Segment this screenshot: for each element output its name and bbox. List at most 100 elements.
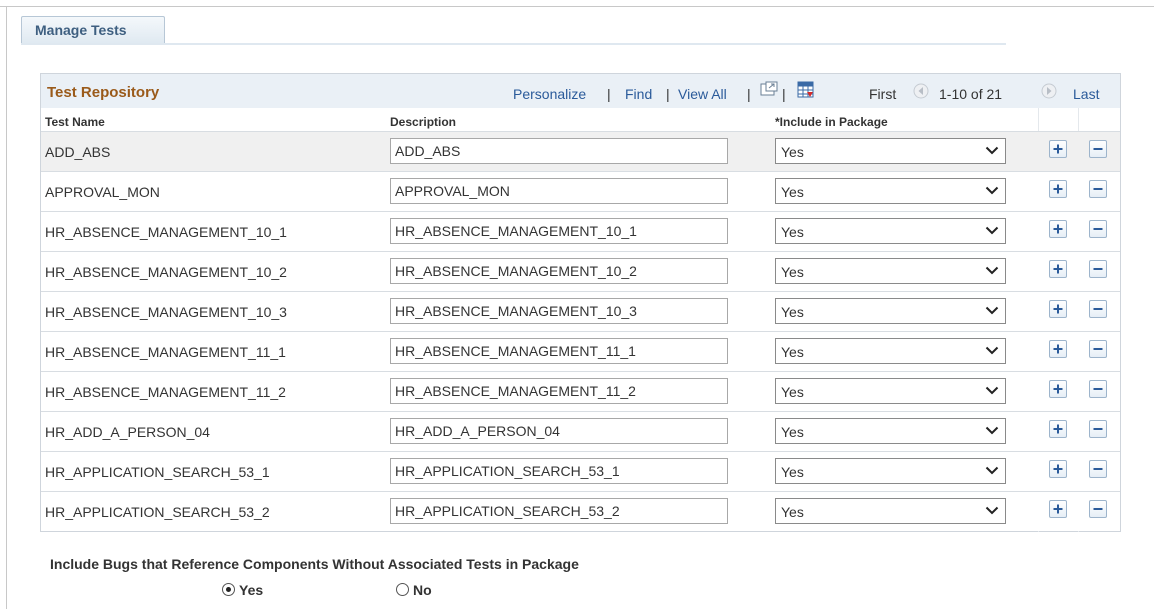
select-value: Yes (781, 184, 804, 200)
add-row-icon[interactable] (1049, 260, 1067, 278)
description-input[interactable] (390, 418, 728, 444)
add-row-icon[interactable] (1049, 420, 1067, 438)
select-value: Yes (781, 504, 804, 520)
chevron-down-icon (985, 386, 999, 395)
chevron-down-icon (985, 346, 999, 355)
grid-header: Test Repository Personalize | Find | Vie… (41, 74, 1120, 108)
table-row: HR_ABSENCE_MANAGEMENT_11_1 Yes (41, 331, 1120, 371)
nav-separator: | (747, 86, 751, 102)
chevron-down-icon (985, 266, 999, 275)
delete-row-icon[interactable] (1089, 260, 1107, 278)
zoom-icon[interactable] (760, 81, 778, 100)
add-row-icon[interactable] (1049, 300, 1067, 318)
col-description: Description (390, 115, 457, 129)
chevron-down-icon (985, 306, 999, 315)
chevron-down-icon (985, 226, 999, 235)
add-row-icon[interactable] (1049, 500, 1067, 518)
description-input[interactable] (390, 138, 728, 164)
test-name-cell: HR_APPLICATION_SEARCH_53_1 (45, 464, 270, 480)
add-row-icon[interactable] (1049, 220, 1067, 238)
add-row-icon[interactable] (1049, 340, 1067, 358)
add-row-icon[interactable] (1049, 180, 1067, 198)
description-input[interactable] (390, 338, 728, 364)
delete-row-icon[interactable] (1089, 460, 1107, 478)
include-in-package-select[interactable]: Yes (775, 418, 1006, 444)
include-in-package-select[interactable]: Yes (775, 378, 1006, 404)
select-value: Yes (781, 464, 804, 480)
test-name-cell: HR_ADD_A_PERSON_04 (45, 424, 210, 440)
table-row: HR_ADD_A_PERSON_04 Yes (41, 411, 1120, 451)
table-row: HR_ABSENCE_MANAGEMENT_10_3 Yes (41, 291, 1120, 331)
select-value: Yes (781, 424, 804, 440)
include-bugs-label: Include Bugs that Reference Components W… (50, 556, 579, 572)
personalize-link[interactable]: Personalize (513, 86, 586, 102)
last-link[interactable]: Last (1073, 86, 1099, 102)
radio-no-circle[interactable] (396, 583, 409, 596)
add-row-icon[interactable] (1049, 140, 1067, 158)
find-link[interactable]: Find (625, 86, 652, 102)
table-row: HR_ABSENCE_MANAGEMENT_10_1 Yes (41, 211, 1120, 251)
description-input[interactable] (390, 378, 728, 404)
col-include-in-package: *Include in Package (775, 115, 888, 129)
delete-row-icon[interactable] (1089, 140, 1107, 158)
table-row: APPROVAL_MON Yes (41, 171, 1120, 211)
chevron-down-icon (985, 506, 999, 515)
page-top-border (0, 6, 1154, 7)
chevron-down-icon (985, 426, 999, 435)
select-value: Yes (781, 224, 804, 240)
delete-row-icon[interactable] (1089, 300, 1107, 318)
description-input[interactable] (390, 458, 728, 484)
include-in-package-select[interactable]: Yes (775, 498, 1006, 524)
chevron-down-icon (985, 466, 999, 475)
select-value: Yes (781, 344, 804, 360)
download-spreadsheet-icon[interactable] (797, 81, 815, 102)
col-test-name: Test Name (45, 115, 105, 129)
select-value: Yes (781, 144, 804, 160)
nav-separator: | (607, 86, 611, 102)
delete-row-icon[interactable] (1089, 500, 1107, 518)
test-name-cell: ADD_ABS (45, 144, 111, 160)
include-in-package-select[interactable]: Yes (775, 178, 1006, 204)
test-repository-grid: Test Repository Personalize | Find | Vie… (40, 73, 1121, 532)
delete-row-icon[interactable] (1089, 420, 1107, 438)
test-name-cell: HR_ABSENCE_MANAGEMENT_10_3 (45, 304, 287, 320)
include-in-package-select[interactable]: Yes (775, 258, 1006, 284)
select-value: Yes (781, 304, 804, 320)
tab-manage-tests[interactable]: Manage Tests (21, 16, 165, 44)
view-all-link[interactable]: View All (678, 86, 727, 102)
include-in-package-select[interactable]: Yes (775, 138, 1006, 164)
next-arrow-icon[interactable] (1041, 83, 1057, 102)
prev-arrow-icon[interactable] (913, 83, 929, 102)
grid-title: Test Repository (47, 84, 160, 101)
test-name-cell: APPROVAL_MON (45, 184, 160, 200)
test-name-cell: HR_APPLICATION_SEARCH_53_2 (45, 504, 270, 520)
description-input[interactable] (390, 258, 728, 284)
nav-separator: | (782, 86, 786, 102)
delete-row-icon[interactable] (1089, 180, 1107, 198)
include-in-package-select[interactable]: Yes (775, 458, 1006, 484)
delete-row-icon[interactable] (1089, 220, 1107, 238)
add-row-icon[interactable] (1049, 460, 1067, 478)
include-in-package-select[interactable]: Yes (775, 338, 1006, 364)
radio-selected-dot (226, 587, 231, 592)
select-value: Yes (781, 264, 804, 280)
chevron-down-icon (985, 186, 999, 195)
description-input[interactable] (390, 218, 728, 244)
nav-separator: | (666, 86, 670, 102)
description-input[interactable] (390, 178, 728, 204)
test-name-cell: HR_ABSENCE_MANAGEMENT_10_2 (45, 264, 287, 280)
description-input[interactable] (390, 298, 728, 324)
first-link[interactable]: First (869, 86, 896, 102)
include-in-package-select[interactable]: Yes (775, 298, 1006, 324)
radio-yes-circle[interactable] (222, 583, 235, 596)
tab-underline (21, 43, 1006, 45)
description-input[interactable] (390, 498, 728, 524)
select-value: Yes (781, 384, 804, 400)
add-row-icon[interactable] (1049, 380, 1067, 398)
delete-row-icon[interactable] (1089, 380, 1107, 398)
radio-yes-label: Yes (239, 582, 264, 598)
delete-row-icon[interactable] (1089, 340, 1107, 358)
table-row: HR_APPLICATION_SEARCH_53_2 Yes (41, 491, 1120, 531)
page-left-border (6, 6, 7, 609)
include-in-package-select[interactable]: Yes (775, 218, 1006, 244)
